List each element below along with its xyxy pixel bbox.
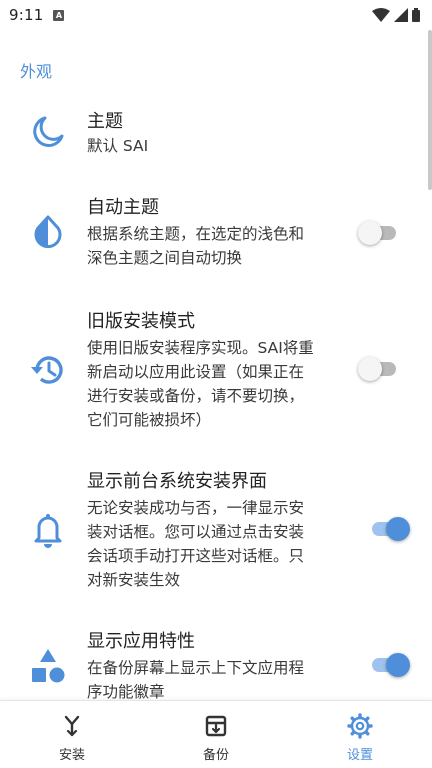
battery-icon: [412, 8, 420, 22]
setting-summary: 在备份屏幕上显示上下文应用程 序功能徽章: [87, 659, 305, 700]
nav-backup[interactable]: 备份: [144, 701, 288, 768]
nav-label: 备份: [202, 748, 229, 763]
wifi-icon: [372, 8, 390, 22]
show-install-ui-toggle[interactable]: [368, 514, 414, 544]
scroll-indicator[interactable]: [428, 30, 432, 190]
setting-title: 旧版安装模式: [87, 311, 195, 332]
setting-title: 显示应用特性: [87, 631, 195, 652]
section-title: 外观: [20, 62, 53, 81]
setting-text: 显示前台系统安装界面 无论安装成功与否，一律显示安 装对话框。您可以通过点击安装…: [87, 470, 337, 592]
status-icons: [372, 8, 420, 22]
history-icon: [28, 350, 68, 390]
setting-text: 显示应用特性 在备份屏幕上显示上下文应用程 序功能徽章: [87, 630, 337, 700]
setting-show-app-features[interactable]: 显示应用特性 在备份屏幕上显示上下文应用程 序功能徽章: [0, 626, 428, 700]
install-icon: [59, 713, 85, 739]
setting-show-install-ui[interactable]: 显示前台系统安装界面 无论安装成功与否，一律显示安 装对话框。您可以通过点击安装…: [0, 466, 428, 592]
setting-summary: 使用旧版安装程序实现。SAI将重 新启动以应用此设置（如果正在 进行安装或备份，…: [87, 339, 314, 429]
setting-auto-theme[interactable]: 自动主题 根据系统主题，在选定的浅色和 深色主题之间自动切换: [0, 190, 428, 278]
setting-legacy-install[interactable]: 旧版安装模式 使用旧版安装程序实现。SAI将重 新启动以应用此设置（如果正在 进…: [0, 306, 428, 434]
moon-icon: [28, 112, 68, 152]
status-time: 9:11: [9, 6, 44, 24]
show-app-features-toggle[interactable]: [368, 650, 414, 680]
water-drop-icon: [28, 212, 68, 252]
setting-text: 主题 默认 SAI: [87, 110, 337, 158]
legacy-install-toggle[interactable]: [358, 354, 404, 384]
auto-theme-toggle[interactable]: [358, 218, 404, 248]
gear-icon: [347, 713, 373, 739]
signal-icon: [394, 8, 408, 22]
setting-text: 自动主题 根据系统主题，在选定的浅色和 深色主题之间自动切换: [87, 196, 337, 270]
nav-settings[interactable]: 设置: [288, 701, 432, 768]
nav-label: 安装: [58, 748, 85, 763]
setting-text: 旧版安装模式 使用旧版安装程序实现。SAI将重 新启动以应用此设置（如果正在 进…: [87, 310, 337, 432]
setting-title: 自动主题: [87, 197, 159, 218]
shapes-icon: [28, 646, 68, 686]
setting-title: 主题: [87, 111, 123, 132]
nav-label: 设置: [346, 748, 373, 763]
notification-icon: A: [53, 9, 65, 21]
setting-title: 显示前台系统安装界面: [87, 471, 267, 492]
status-bar: 9:11 A: [0, 0, 432, 30]
nav-install[interactable]: 安装: [0, 701, 144, 768]
setting-theme[interactable]: 主题 默认 SAI: [0, 104, 428, 170]
setting-summary: 无论安装成功与否，一律显示安 装对话框。您可以通过点击安装 会话项手动打开这些对…: [87, 499, 305, 589]
backup-icon: [203, 713, 229, 739]
setting-summary: 根据系统主题，在选定的浅色和 深色主题之间自动切换: [87, 225, 305, 267]
bell-icon: [28, 510, 68, 550]
setting-summary: 默认 SAI: [87, 137, 149, 155]
bottom-navigation: 安装 备份 设置: [0, 700, 432, 768]
